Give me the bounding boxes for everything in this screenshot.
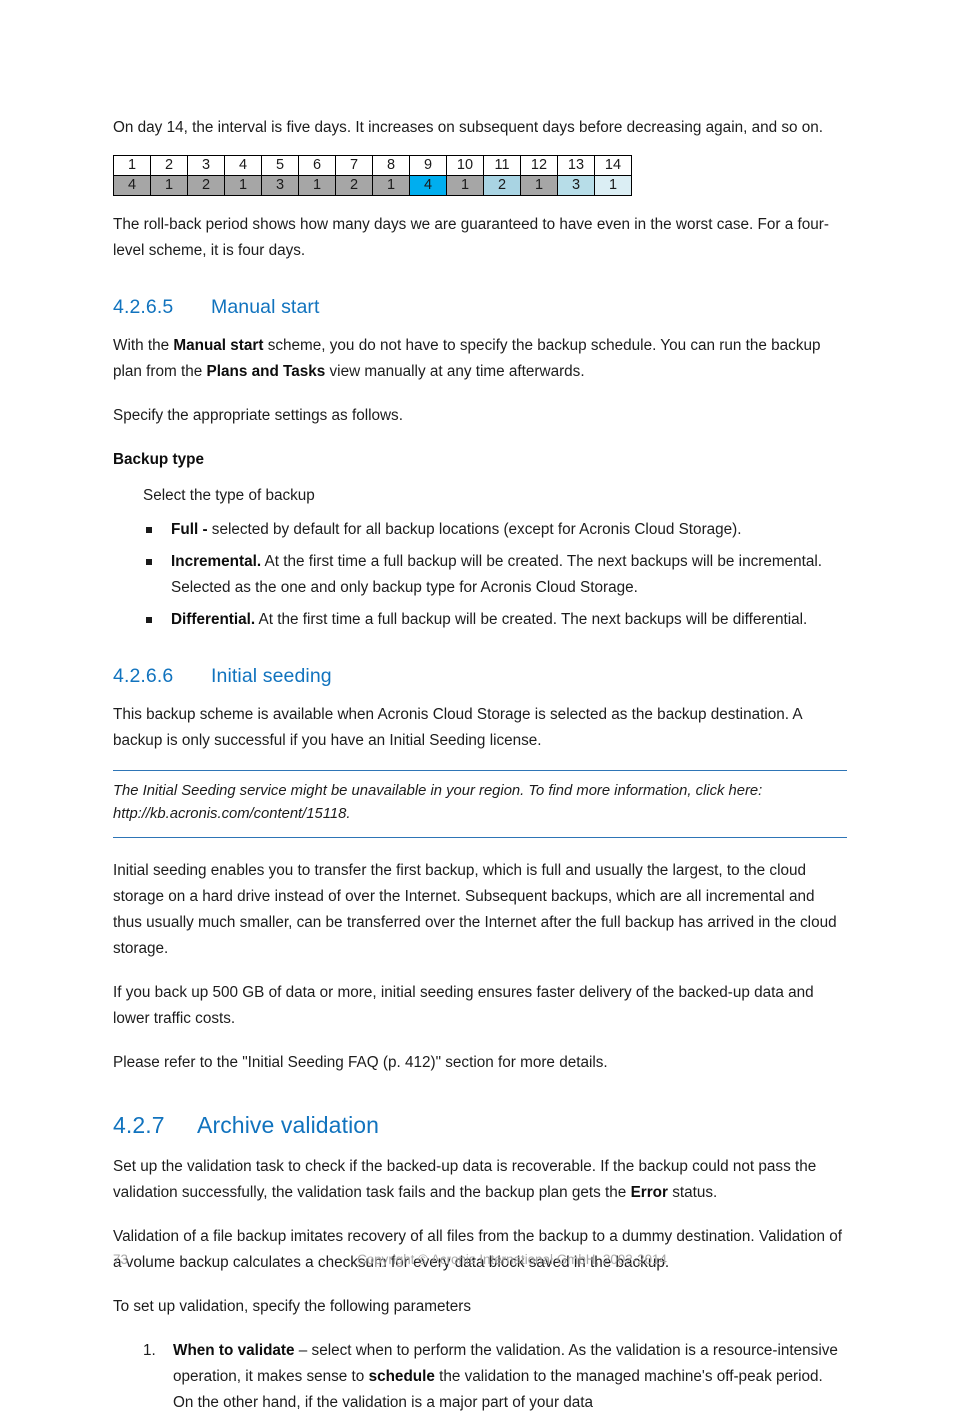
interval-cell: 1: [446, 175, 484, 196]
bold-error: Error: [630, 1184, 668, 1201]
select-type-line: Select the type of backup: [143, 487, 315, 504]
day-cell: 5: [261, 155, 299, 176]
footer-copyright: Copyright © Acronis International GmbH, …: [357, 1252, 667, 1267]
heading-archive-validation: 4.2.7 Archive validation: [113, 1110, 847, 1140]
day-cell: 3: [187, 155, 225, 176]
day-interval-table: 1 2 3 4 5 6 7 8 9 10 11 12 13 14 4 1 2 1…: [113, 155, 632, 196]
heading-number: 4.2.6.6: [113, 665, 174, 687]
interval-cell: 1: [224, 175, 262, 196]
day-cell: 4: [224, 155, 262, 176]
bullet-bold-label: Differential.: [171, 611, 256, 628]
bullet-text: selected by default for all backup locat…: [207, 521, 742, 538]
list-item: When to validate – select when to perfor…: [143, 1338, 847, 1416]
initial-seeding-paragraph-1: This backup scheme is available when Acr…: [113, 706, 802, 749]
day-cell: 13: [557, 155, 595, 176]
heading-title: Initial seeding: [211, 665, 332, 687]
intro-paragraph: On day 14, the interval is five days. It…: [113, 119, 824, 136]
day-cell: 2: [150, 155, 188, 176]
bullet-bold-label: Full -: [171, 521, 208, 538]
day-cell: 6: [298, 155, 336, 176]
text-run: status.: [667, 1184, 718, 1201]
table-row-days: 1 2 3 4 5 6 7 8 9 10 11 12 13 14: [113, 155, 632, 176]
initial-seeding-paragraph-2: Initial seeding enables you to transfer …: [113, 862, 837, 957]
bold-manual-start: Manual start: [173, 337, 264, 354]
text-run: view manually at any time afterwards.: [325, 363, 585, 380]
interval-cell: 1: [372, 175, 410, 196]
interval-cell: 4: [409, 175, 447, 196]
table-row-intervals: 4 1 2 1 3 1 2 1 4 1 2 1 3 1: [113, 175, 632, 196]
initial-seeding-paragraph-3: If you back up 500 GB of data or more, i…: [113, 984, 814, 1027]
bullet-bold-label: Incremental.: [171, 553, 262, 570]
day-cell: 1: [113, 155, 151, 176]
interval-cell: 3: [261, 175, 299, 196]
manual-start-paragraph-1: With the Manual start scheme, you do not…: [113, 333, 847, 385]
backup-type-list: Full - selected by default for all backu…: [113, 517, 847, 633]
archive-validation-paragraph-1: Set up the validation task to check if t…: [113, 1154, 847, 1206]
day-cell: 11: [483, 155, 521, 176]
bold-when-to-validate: When to validate: [173, 1342, 295, 1359]
list-item: Incremental. At the first time a full ba…: [143, 549, 847, 601]
page-content: On day 14, the interval is five days. It…: [113, 115, 847, 1416]
heading-manual-start: 4.2.6.5 Manual start: [113, 294, 847, 320]
day-cell: 14: [594, 155, 632, 176]
interval-cell: 4: [113, 175, 151, 196]
initial-seeding-paragraph-4: Please refer to the "Initial Seeding FAQ…: [113, 1054, 608, 1071]
list-item: Full - selected by default for all backu…: [143, 517, 847, 543]
backup-type-label: Backup type: [113, 451, 204, 468]
text-run: With the: [113, 337, 174, 354]
bullet-text: At the first time a full backup will be …: [171, 553, 823, 596]
heading-number: 4.2.6.5: [113, 296, 174, 318]
interval-cell: 1: [150, 175, 188, 196]
note-text: The Initial Seeding service might be una…: [113, 783, 763, 822]
manual-start-paragraph-2: Specify the appropriate settings as foll…: [113, 407, 403, 424]
day-cell: 7: [335, 155, 373, 176]
note-box: The Initial Seeding service might be una…: [113, 770, 847, 838]
interval-cell: 1: [594, 175, 632, 196]
heading-initial-seeding: 4.2.6.6 Initial seeding: [113, 663, 847, 689]
heading-title: Archive validation: [197, 1112, 380, 1138]
interval-cell: 2: [335, 175, 373, 196]
interval-cell: 2: [187, 175, 225, 196]
bold-schedule: schedule: [368, 1368, 435, 1385]
bullet-text: At the first time a full backup will be …: [255, 611, 808, 628]
day-cell: 10: [446, 155, 484, 176]
interval-cell: 2: [483, 175, 521, 196]
rollback-paragraph: The roll-back period shows how many days…: [113, 216, 829, 259]
document-page: On day 14, the interval is five days. It…: [0, 0, 954, 1411]
heading-title: Manual start: [211, 296, 320, 318]
interval-cell: 3: [557, 175, 595, 196]
archive-validation-paragraph-3: To set up validation, specify the follow…: [113, 1298, 471, 1315]
validation-parameters-list: When to validate – select when to perfor…: [113, 1338, 847, 1416]
interval-cell: 1: [520, 175, 558, 196]
bold-plans-and-tasks: Plans and Tasks: [206, 363, 326, 380]
interval-cell: 1: [298, 175, 336, 196]
list-item: Differential. At the first time a full b…: [143, 607, 847, 633]
day-cell: 12: [520, 155, 558, 176]
heading-number: 4.2.7: [113, 1112, 165, 1138]
day-cell: 9: [409, 155, 447, 176]
day-cell: 8: [372, 155, 410, 176]
page-footer: 73 Copyright © Acronis International Gmb…: [113, 1249, 849, 1271]
